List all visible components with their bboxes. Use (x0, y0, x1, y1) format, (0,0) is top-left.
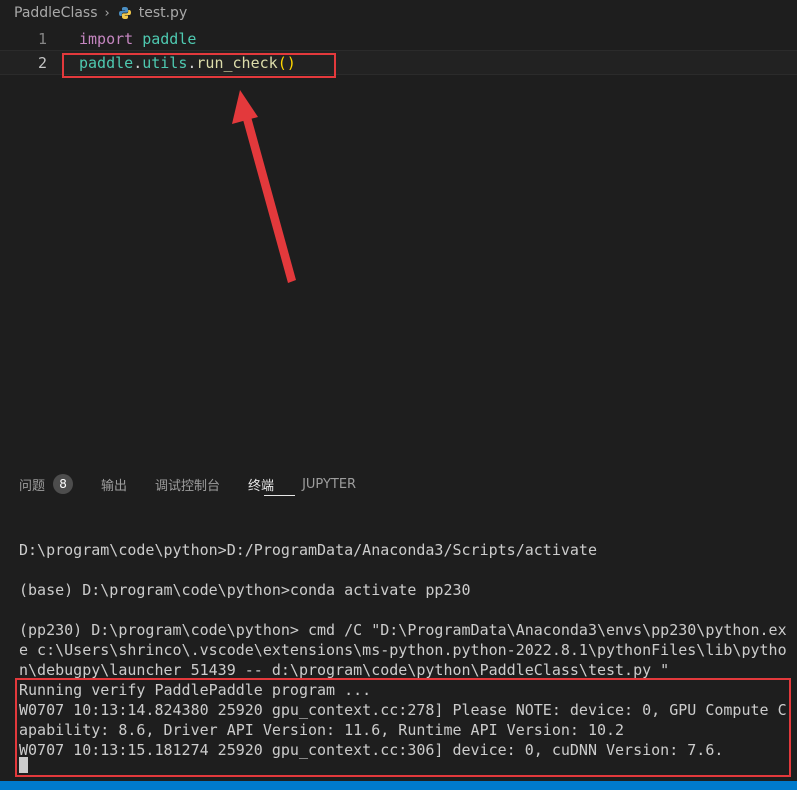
active-tab-indicator (264, 495, 295, 496)
tab-jupyter[interactable]: JUPYTER (302, 470, 356, 498)
tab-problems[interactable]: 问题 8 (19, 470, 74, 498)
output-highlight-box (15, 678, 791, 777)
panel-tab-bar: 问题 8 输出 调试控制台 终端 JUPYTER (0, 470, 797, 498)
terminal-line: (base) D:\program\code\python>conda acti… (19, 581, 471, 599)
status-bar (0, 781, 797, 790)
arrow-shaft (242, 113, 296, 283)
terminal-line: D:\program\code\python>D:/ProgramData/An… (19, 541, 597, 559)
terminal-line: e c:\Users\shrinco\.vscode\extensions\ms… (19, 641, 787, 659)
tab-label: 调试控制台 (155, 478, 221, 494)
tab-label: 问题 (19, 478, 46, 494)
tab-output[interactable]: 输出 (101, 470, 127, 498)
problems-count-badge: 8 (53, 474, 74, 494)
terminal-line: (pp230) D:\program\code\python> cmd /C "… (19, 621, 787, 639)
tab-debug-console[interactable]: 调试控制台 (155, 470, 220, 498)
terminal-line: n\debugpy\launcher 51439 -- d:\program\c… (19, 661, 670, 679)
tab-label: 终端 (248, 478, 275, 494)
tab-label: 输出 (101, 478, 128, 494)
arrow-annotation (232, 90, 296, 283)
tab-label: JUPYTER (302, 476, 357, 492)
tab-terminal[interactable]: 终端 (248, 470, 274, 498)
arrow-head (232, 90, 258, 124)
